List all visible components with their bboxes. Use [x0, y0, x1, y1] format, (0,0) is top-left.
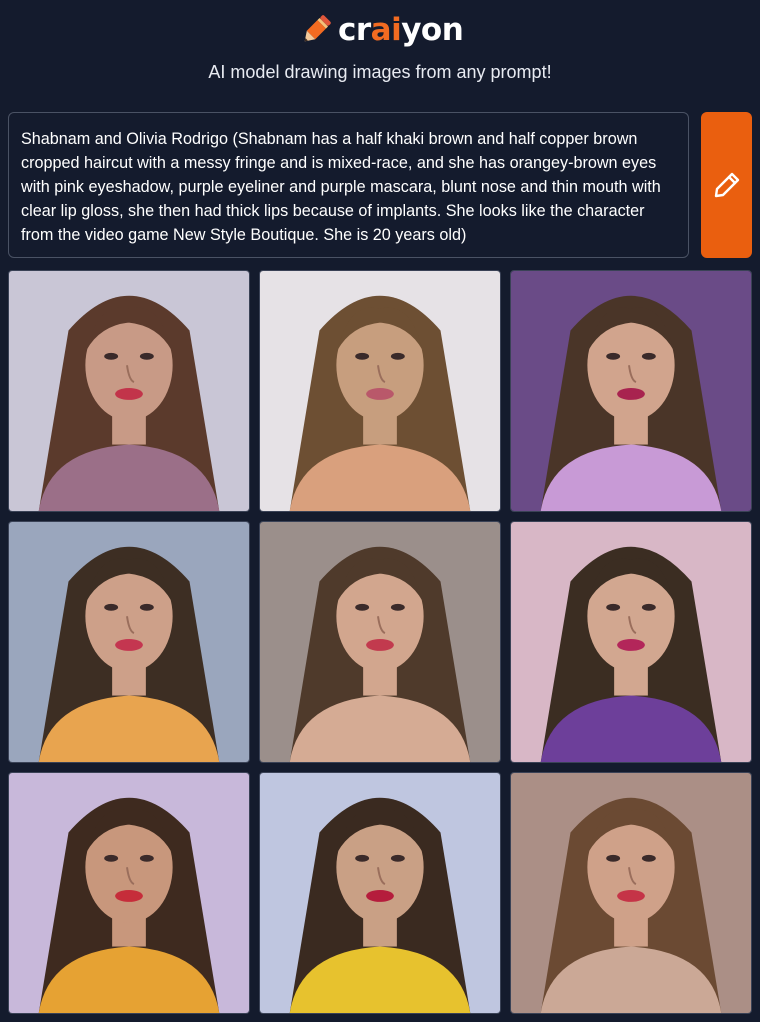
right-eye	[139, 603, 154, 611]
image-grid	[8, 270, 752, 1014]
draw-button[interactable]	[701, 112, 752, 258]
lips	[366, 890, 394, 902]
right-eye	[641, 603, 656, 611]
left-eye	[355, 352, 370, 360]
generated-image[interactable]	[259, 270, 501, 512]
pencil-icon	[714, 172, 739, 198]
left-eye	[355, 854, 370, 862]
pencil-logo-icon	[304, 15, 331, 42]
left-eye	[104, 603, 119, 611]
lips	[115, 890, 143, 902]
craiyon-logo[interactable]: craiyon	[298, 10, 464, 50]
generated-image[interactable]	[510, 772, 752, 1014]
generated-image[interactable]	[259, 521, 501, 763]
right-eye	[641, 352, 656, 360]
site-header: craiyon AI model drawing images from any…	[0, 0, 760, 108]
tagline: AI model drawing images from any prompt!	[208, 62, 552, 82]
right-eye	[390, 854, 405, 862]
right-eye	[139, 352, 154, 360]
right-eye	[390, 352, 405, 360]
left-eye	[606, 352, 621, 360]
lips	[115, 388, 143, 400]
prompt-input[interactable]: Shabnam and Olivia Rodrigo (Shabnam has …	[8, 112, 689, 258]
generated-image[interactable]	[510, 270, 752, 512]
left-eye	[606, 603, 621, 611]
generated-image[interactable]	[8, 270, 250, 512]
generated-image[interactable]	[510, 521, 752, 763]
generated-image[interactable]	[8, 521, 250, 763]
left-eye	[606, 854, 621, 862]
right-eye	[641, 854, 656, 862]
left-eye	[104, 854, 119, 862]
lips	[617, 639, 645, 651]
logo-wordmark: craiyon	[338, 12, 464, 48]
generated-image[interactable]	[8, 772, 250, 1014]
right-eye	[139, 854, 154, 862]
lips	[617, 388, 645, 400]
left-eye	[104, 352, 119, 360]
lips	[366, 639, 394, 651]
lips	[366, 388, 394, 400]
left-eye	[355, 603, 370, 611]
right-eye	[390, 603, 405, 611]
generated-image[interactable]	[259, 772, 501, 1014]
lips	[115, 639, 143, 651]
lips	[617, 890, 645, 902]
